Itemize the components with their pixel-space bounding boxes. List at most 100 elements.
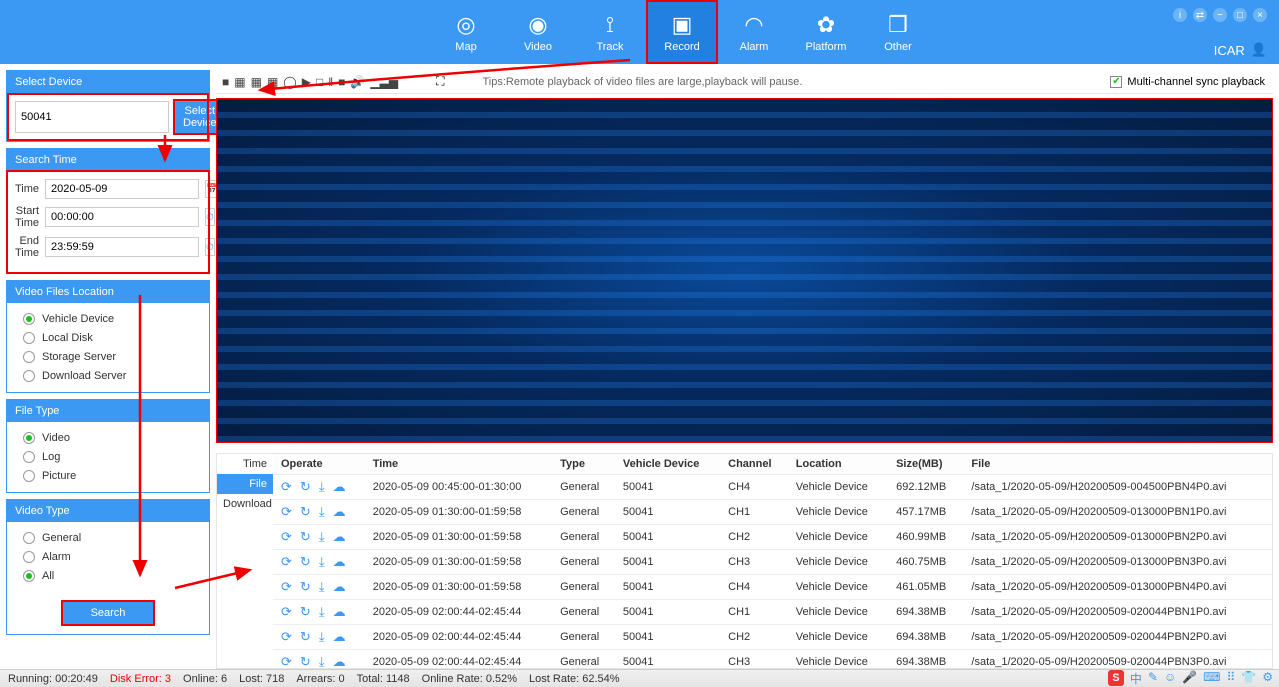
column-header[interactable]: File xyxy=(963,454,1272,475)
nav-tab-other[interactable]: ❒Other xyxy=(862,0,934,64)
video-preview[interactable] xyxy=(216,98,1273,443)
swap-icon[interactable]: ⇄ xyxy=(1193,8,1207,22)
replay-icon[interactable]: ↻ xyxy=(300,554,311,570)
cloud-icon[interactable]: ☁ xyxy=(333,529,346,545)
radio-option[interactable]: Storage Server xyxy=(23,351,193,363)
close-icon[interactable]: × xyxy=(1253,8,1267,22)
radio-option[interactable]: Vehicle Device xyxy=(23,313,193,325)
search-button[interactable]: Search xyxy=(63,602,154,624)
play-icon[interactable]: ⟳ xyxy=(281,654,292,668)
play-icon[interactable]: ⟳ xyxy=(281,604,292,620)
table-row[interactable]: ⟳↻⤓☁2020-05-09 02:00:44-02:45:44General5… xyxy=(273,625,1272,650)
download-icon[interactable]: ⤓ xyxy=(319,629,325,645)
ime-badge-icon[interactable]: S xyxy=(1108,670,1124,686)
column-header[interactable]: Type xyxy=(552,454,615,475)
column-header[interactable]: Operate xyxy=(273,454,365,475)
step-icon[interactable]: ■ xyxy=(338,75,345,89)
nav-tab-platform[interactable]: ✿Platform xyxy=(790,0,862,64)
maximize-icon[interactable]: □ xyxy=(1233,8,1247,22)
download-icon[interactable]: ⤓ xyxy=(319,529,325,545)
tray-icon[interactable]: ☺ xyxy=(1164,670,1176,687)
nav-tab-alarm[interactable]: ◠Alarm xyxy=(718,0,790,64)
tray-icon[interactable]: ⚙ xyxy=(1262,670,1273,687)
play-icon[interactable]: ⟳ xyxy=(281,504,292,520)
play-icon[interactable]: ⟳ xyxy=(281,579,292,595)
info-icon[interactable]: i xyxy=(1173,8,1187,22)
radio-option[interactable]: Log xyxy=(23,451,193,463)
tray-icon[interactable]: 🎤 xyxy=(1182,670,1197,687)
replay-icon[interactable]: ↻ xyxy=(300,479,311,495)
nav-tab-track[interactable]: ⟟Track xyxy=(574,0,646,64)
nav-tab-video[interactable]: ◉Video xyxy=(502,0,574,64)
play-icon[interactable]: ⟳ xyxy=(281,629,292,645)
time-input[interactable] xyxy=(45,237,199,257)
table-row[interactable]: ⟳↻⤓☁2020-05-09 01:30:00-01:59:58General5… xyxy=(273,575,1272,600)
table-row[interactable]: ⟳↻⤓☁2020-05-09 01:30:00-01:59:58General5… xyxy=(273,500,1272,525)
play-icon[interactable]: ⟳ xyxy=(281,529,292,545)
replay-icon[interactable]: ↻ xyxy=(300,629,311,645)
play-icon[interactable]: ⟳ xyxy=(281,554,292,570)
download-icon[interactable]: ⤓ xyxy=(319,479,325,495)
grid9-icon[interactable]: ▦ xyxy=(251,75,262,89)
column-header[interactable]: Time xyxy=(365,454,552,475)
replay-icon[interactable]: ↻ xyxy=(300,654,311,668)
grid16-icon[interactable]: ▦ xyxy=(267,75,278,89)
replay-icon[interactable]: ↻ xyxy=(300,529,311,545)
download-icon[interactable]: ⤓ xyxy=(319,604,325,620)
table-row[interactable]: ⟳↻⤓☁2020-05-09 01:30:00-01:59:58General5… xyxy=(273,525,1272,550)
tab-download[interactable]: Download xyxy=(217,494,273,514)
radio-option[interactable]: Local Disk xyxy=(23,332,193,344)
radio-option[interactable]: Picture xyxy=(23,470,193,482)
cloud-icon[interactable]: ☁ xyxy=(333,579,346,595)
table-row[interactable]: ⟳↻⤓☁2020-05-09 01:30:00-01:59:58General5… xyxy=(273,550,1272,575)
tray-icon[interactable]: ⠿ xyxy=(1226,670,1235,687)
picker-icon[interactable]: ⏱ xyxy=(205,208,215,226)
table-row[interactable]: ⟳↻⤓☁2020-05-09 02:00:44-02:45:44General5… xyxy=(273,600,1272,625)
table-row[interactable]: ⟳↻⤓☁2020-05-09 02:00:44-02:45:44General5… xyxy=(273,650,1272,669)
play-icon[interactable]: ⟳ xyxy=(281,479,292,495)
device-input[interactable] xyxy=(15,101,169,133)
radio-option[interactable]: All xyxy=(23,570,193,582)
radio-option[interactable]: Video xyxy=(23,432,193,444)
cloud-icon[interactable]: ☁ xyxy=(333,604,346,620)
column-header[interactable]: Size(MB) xyxy=(888,454,963,475)
radio-option[interactable]: General xyxy=(23,532,193,544)
download-icon[interactable]: ⤓ xyxy=(319,504,325,520)
layout-icons[interactable]: ■ ▦ ▦ ▦ ◯ ▶ □ ‖ ■ 🔊 ▁▃▅ xyxy=(222,75,398,89)
record-circle-icon[interactable]: ◯ xyxy=(283,75,296,89)
sync-playback-toggle[interactable]: ✔ Multi-channel sync playback xyxy=(1110,76,1265,88)
grid4-icon[interactable]: ▦ xyxy=(234,75,245,89)
replay-icon[interactable]: ↻ xyxy=(300,604,311,620)
column-header[interactable]: Channel xyxy=(720,454,788,475)
download-icon[interactable]: ⤓ xyxy=(319,554,325,570)
nav-tab-record[interactable]: ▣Record xyxy=(646,0,718,64)
volume-icon[interactable]: 🔊 xyxy=(350,75,365,89)
cloud-icon[interactable]: ☁ xyxy=(333,629,346,645)
download-icon[interactable]: ⤓ xyxy=(319,654,325,668)
results-grid[interactable]: OperateTimeTypeVehicle DeviceChannelLoca… xyxy=(273,454,1272,668)
time-input[interactable] xyxy=(45,179,199,199)
picker-icon[interactable]: ⏱ xyxy=(205,238,215,256)
replay-icon[interactable]: ↻ xyxy=(300,579,311,595)
cloud-icon[interactable]: ☁ xyxy=(333,654,346,668)
time-input[interactable] xyxy=(45,207,199,227)
stop-icon[interactable]: □ xyxy=(316,75,323,89)
tray-icon[interactable]: ⌨ xyxy=(1203,670,1220,687)
radio-option[interactable]: Download Server xyxy=(23,370,193,382)
play-icon[interactable]: ▶ xyxy=(302,75,311,89)
tray-icon[interactable]: 👕 xyxy=(1241,670,1256,687)
nav-tab-map[interactable]: ◎Map xyxy=(430,0,502,64)
tray-icon[interactable]: ✎ xyxy=(1148,670,1158,687)
minimize-icon[interactable]: − xyxy=(1213,8,1227,22)
checkbox-icon[interactable]: ✔ xyxy=(1110,76,1122,88)
download-icon[interactable]: ⤓ xyxy=(319,579,325,595)
grid1-icon[interactable]: ■ xyxy=(222,75,229,89)
replay-icon[interactable]: ↻ xyxy=(300,504,311,520)
tray-icon[interactable]: 中 xyxy=(1130,670,1142,687)
radio-option[interactable]: Alarm xyxy=(23,551,193,563)
pause-icon[interactable]: ‖ xyxy=(328,75,333,89)
tab-time[interactable]: Time xyxy=(217,454,273,474)
user-info[interactable]: ICAR 👤 xyxy=(1214,42,1267,58)
cloud-icon[interactable]: ☁ xyxy=(333,479,346,495)
cloud-icon[interactable]: ☁ xyxy=(333,554,346,570)
